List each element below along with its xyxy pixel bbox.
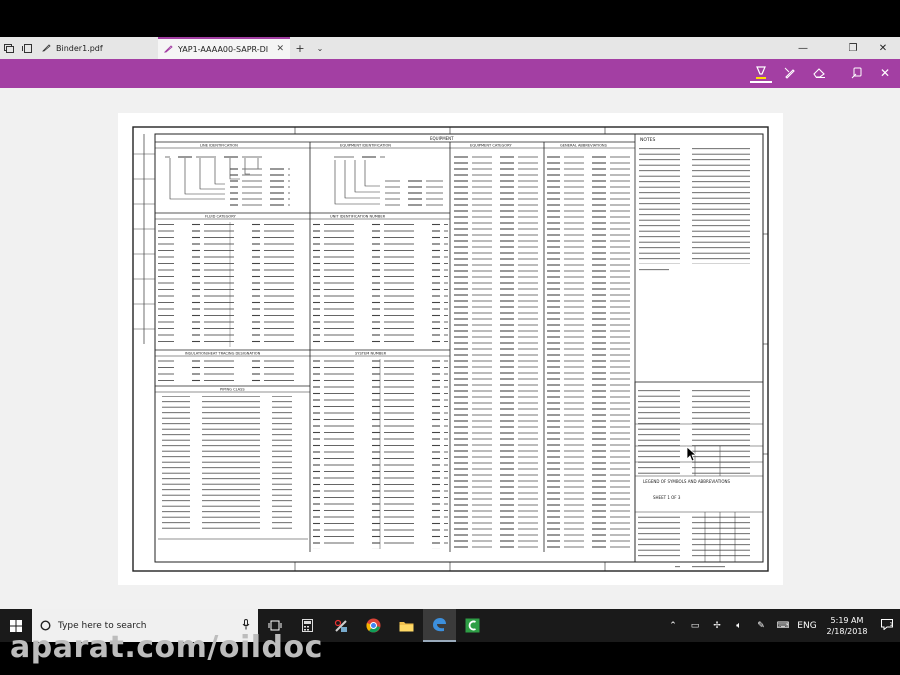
line-identification-title: LINE IDENTIFICATION	[200, 144, 238, 148]
browser-tab-strip: Binder1.pdf YAP1-AAAA00-SAPR-DI ✕ + ⌄ — …	[0, 37, 900, 59]
highlighter-icon[interactable]	[750, 63, 772, 83]
eraser-icon[interactable]	[808, 63, 830, 83]
sheet-number: SHEET 1 OF 3	[653, 495, 681, 500]
pdf-tab-icon	[163, 44, 173, 55]
camtasia-icon[interactable]	[456, 609, 489, 642]
tabs-aside-icon[interactable]	[18, 37, 36, 59]
edge-browser-icon[interactable]	[423, 609, 456, 642]
set-aside-tabs-icon[interactable]	[0, 37, 18, 59]
chrome-icon[interactable]	[357, 609, 390, 642]
volume-icon[interactable]: 🔈︎	[728, 621, 750, 631]
tab-label: YAP1-AAAA00-SAPR-DI	[178, 44, 269, 54]
tab-preview-chevron-icon[interactable]: ⌄	[310, 44, 330, 53]
pdf-viewer-area[interactable]: EQUIPMENT LINE IDENTIFICATION EQUIPMENT …	[0, 88, 900, 609]
snipping-tool-icon[interactable]	[324, 609, 357, 642]
tab-label: Binder1.pdf	[56, 43, 103, 53]
new-tab-button[interactable]: +	[290, 42, 310, 55]
engineering-drawing-sheet: EQUIPMENT LINE IDENTIFICATION EQUIPMENT …	[132, 126, 769, 572]
close-tab-icon[interactable]: ✕	[276, 44, 284, 54]
equipment-identification-title: EQUIPMENT IDENTIFICATION	[340, 144, 391, 148]
show-hidden-icons-chevron-icon[interactable]: ⌃	[662, 621, 684, 631]
touch-writing-icon[interactable]	[846, 63, 868, 83]
fluid-category-title: FLUID CATEGORY	[205, 215, 237, 219]
search-placeholder: Type here to search	[58, 620, 147, 631]
video-watermark: aparat.com/oildoc	[10, 630, 323, 665]
tab-binder1[interactable]: Binder1.pdf	[36, 37, 158, 59]
pdf-annotation-toolbar: ✕	[0, 59, 900, 88]
maximize-button[interactable]: ❐	[838, 37, 868, 59]
pen-workspace-icon[interactable]: ✎	[750, 621, 772, 631]
section-equipment-label: EQUIPMENT	[430, 136, 454, 141]
battery-icon[interactable]: ▭	[684, 621, 706, 631]
piping-class-title: PIPING CLASS	[220, 388, 245, 392]
legend-title: LEGEND OF SYMBOLS AND ABBREVIATIONS	[643, 479, 730, 484]
file-explorer-icon[interactable]	[390, 609, 423, 642]
svg-text:1: 1	[890, 622, 893, 628]
system-number-title: SYSTEM NUMBER	[355, 352, 387, 356]
clock[interactable]: 5:19 AM 2/18/2018	[820, 615, 874, 637]
pdf-tab-icon	[42, 43, 51, 54]
mouse-cursor-icon	[686, 446, 698, 462]
pdf-page: EQUIPMENT LINE IDENTIFICATION EQUIPMENT …	[118, 113, 783, 585]
equipment-category-title: EQUIPMENT CATEGORY	[470, 144, 512, 148]
clock-time: 5:19 AM	[830, 615, 864, 625]
close-window-button[interactable]: ✕	[868, 37, 898, 59]
clock-date: 2/18/2018	[826, 626, 868, 636]
action-center-icon[interactable]: 1	[874, 618, 900, 633]
insulation-heat-tracing-title: INSULATION/HEAT TRACING DESIGNATION	[185, 352, 261, 356]
video-letterbox-top	[0, 0, 900, 37]
pen-icon[interactable]	[779, 63, 801, 83]
general-abbreviations-title: GENERAL ABBREVIATIONS	[560, 144, 608, 148]
system-tray: ⌃ ▭ ✢ 🔈︎ ✎ ⌨ ENG 5:19 AM 2/18/2018 1	[662, 609, 900, 642]
unit-identification-title: UNIT IDENTIFICATION NUMBER	[330, 215, 386, 219]
exit-inking-icon[interactable]: ✕	[874, 63, 896, 83]
tab-yap1-document[interactable]: YAP1-AAAA00-SAPR-DI ✕	[158, 37, 290, 59]
keyboard-icon[interactable]: ⌨	[772, 621, 794, 631]
network-icon[interactable]: ✢	[706, 621, 728, 631]
minimize-button[interactable]: —	[788, 37, 818, 59]
notes-title: NOTES	[640, 137, 656, 143]
input-language-indicator[interactable]: ENG	[794, 621, 820, 631]
